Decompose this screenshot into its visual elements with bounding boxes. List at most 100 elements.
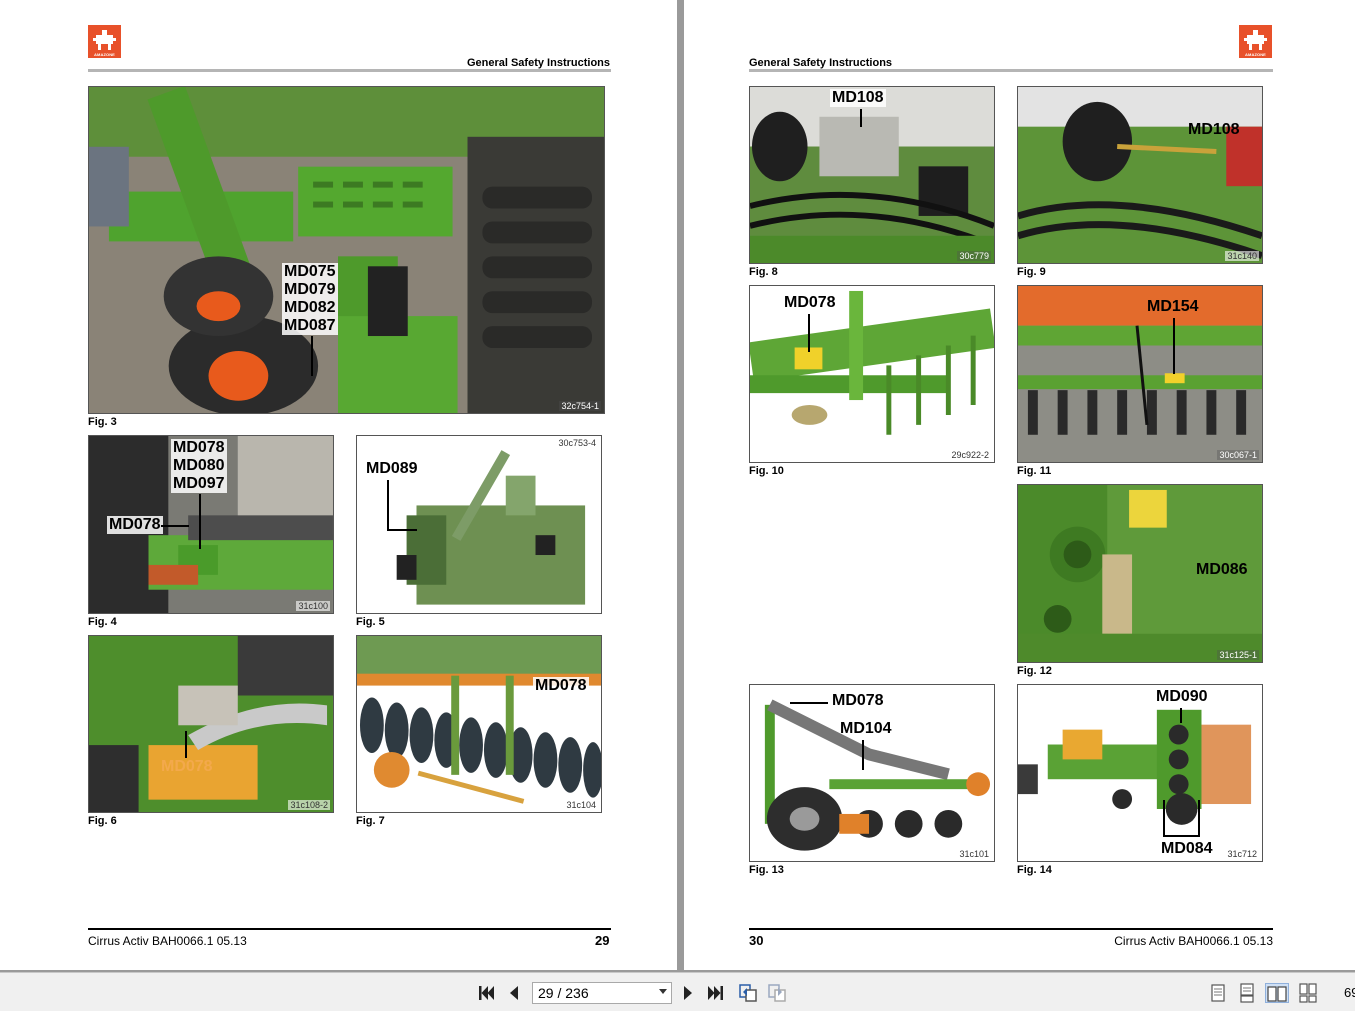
figure-8-caption: Fig. 8	[749, 266, 778, 278]
figure-3-label: MD087	[282, 317, 338, 335]
leader-line	[862, 740, 864, 770]
last-page-icon[interactable]	[706, 983, 726, 1003]
leader-line	[161, 525, 189, 527]
continuous-facing-icon[interactable]	[1298, 983, 1318, 1003]
figure-14-label: MD084	[1161, 840, 1213, 857]
leader-line	[1163, 800, 1165, 835]
leader-line	[199, 494, 201, 549]
figure-14-code: 31c712	[1225, 849, 1259, 859]
figure-13-image: MD078 MD104 31c101	[749, 684, 995, 862]
page-number: 29	[595, 933, 610, 948]
figure-6-label: MD078	[161, 758, 213, 775]
viewer-toolbar: 29 / 236 69	[0, 972, 1355, 1011]
footer-rule	[749, 928, 1273, 930]
figure-13-code: 31c101	[957, 849, 991, 859]
figure-13-caption: Fig. 13	[749, 864, 784, 876]
page-number: 30	[749, 933, 764, 948]
figure-3-image: MD075 MD079 MD082 MD087 32c754-1	[88, 86, 605, 414]
figure-11-image: MD154 30c067-1	[1017, 285, 1263, 463]
facing-pages-icon[interactable]	[1265, 983, 1289, 1003]
footer-document-id: Cirrus Activ BAH0066.1 05.13	[1114, 934, 1273, 948]
figure-4-label: MD078	[107, 516, 163, 534]
leader-line	[387, 480, 389, 530]
next-view-icon[interactable]	[767, 983, 787, 1003]
figure-5-code: 30c753-4	[558, 438, 596, 448]
page-indicator-text: 29 / 236	[538, 985, 589, 1001]
figure-3-label: MD082	[282, 299, 338, 317]
figure-5-caption: Fig. 5	[356, 616, 385, 628]
left-document-page: AMAZONE General Safety Instructions MD07…	[0, 0, 677, 970]
figure-9-code: 31c140	[1225, 251, 1259, 261]
leader-line	[1198, 800, 1200, 835]
logo-text: AMAZONE	[94, 52, 115, 57]
leader-line	[1163, 835, 1200, 837]
figure-12-image: MD086 31c125-1	[1017, 484, 1263, 663]
figure-12-caption: Fig. 12	[1017, 665, 1052, 677]
figure-6-caption: Fig. 6	[88, 815, 117, 827]
leader-line	[387, 529, 417, 531]
figure-7-image: MD078 31c104	[356, 635, 602, 813]
figure-9-caption: Fig. 9	[1017, 266, 1046, 278]
figure-9-image: MD108 31c140	[1017, 86, 1263, 264]
next-page-icon[interactable]	[678, 983, 698, 1003]
header-rule	[88, 69, 611, 72]
figure-11-label: MD154	[1147, 298, 1199, 315]
figure-10-code: 29c922-2	[949, 450, 991, 460]
single-page-icon[interactable]	[1208, 983, 1228, 1003]
previous-page-icon[interactable]	[504, 983, 524, 1003]
figure-13-label: MD078	[832, 692, 884, 709]
leader-line	[185, 731, 187, 758]
first-page-icon[interactable]	[476, 983, 496, 1003]
leader-line	[1180, 708, 1182, 723]
figure-13-label: MD104	[840, 720, 892, 737]
figure-10-caption: Fig. 10	[749, 465, 784, 477]
leader-line	[1173, 318, 1175, 374]
header-title: General Safety Instructions	[466, 57, 610, 69]
figure-10-label: MD078	[784, 294, 836, 311]
figure-4-caption: Fig. 4	[88, 616, 117, 628]
footer-rule	[88, 928, 611, 930]
header-title: General Safety Instructions	[749, 57, 893, 69]
figure-10-image: MD078 29c922-2	[749, 285, 995, 463]
amazone-logo: AMAZONE	[1239, 25, 1272, 58]
leader-line	[790, 702, 828, 704]
previous-view-icon[interactable]	[738, 983, 758, 1003]
figure-14-caption: Fig. 14	[1017, 864, 1052, 876]
figure-11-caption: Fig. 11	[1017, 465, 1052, 477]
continuous-page-icon[interactable]	[1237, 983, 1257, 1003]
leader-line	[860, 109, 862, 127]
figure-11-code: 30c067-1	[1217, 450, 1259, 460]
zoom-level[interactable]: 69	[1344, 985, 1355, 1000]
figure-14-label: MD090	[1156, 688, 1208, 705]
right-document-page: AMAZONE General Safety Instructions MD10…	[684, 0, 1355, 970]
chevron-down-icon[interactable]	[659, 989, 667, 994]
figure-8-code: 30c779	[957, 251, 991, 261]
footer-document-id: Cirrus Activ BAH0066.1 05.13	[88, 934, 247, 948]
figure-3-caption: Fig. 3	[88, 416, 117, 428]
figure-8-label: MD108	[830, 89, 886, 107]
figure-8-image: MD108 30c779	[749, 86, 995, 264]
figure-3-label: MD075	[282, 263, 338, 281]
figure-5-image: MD089 30c753-4	[356, 435, 602, 614]
figure-3-label: MD079	[282, 281, 338, 299]
figure-7-label: MD078	[533, 677, 589, 695]
header-rule	[749, 69, 1273, 72]
figure-6-code: 31c108-2	[288, 800, 330, 810]
figure-12-label: MD086	[1196, 561, 1248, 578]
figure-7-code: 31c104	[564, 800, 598, 810]
figure-6-image: MD078 31c108-2	[88, 635, 334, 813]
figure-12-code: 31c125-1	[1217, 650, 1259, 660]
figure-4-code: 31c100	[296, 601, 330, 611]
figure-9-label: MD108	[1188, 121, 1240, 138]
leader-line	[311, 336, 313, 376]
figure-4-label: MD080	[171, 457, 227, 475]
figure-7-caption: Fig. 7	[356, 815, 385, 827]
leader-line	[808, 314, 810, 352]
figure-4-label: MD097	[171, 475, 227, 493]
figure-14-image: MD090 MD084 31c712	[1017, 684, 1263, 862]
figure-5-label: MD089	[366, 460, 418, 477]
figure-3-code: 32c754-1	[559, 401, 601, 411]
page-number-input[interactable]: 29 / 236	[532, 982, 672, 1004]
figure-4-label: MD078	[171, 439, 227, 457]
amazone-logo: AMAZONE	[88, 25, 121, 58]
